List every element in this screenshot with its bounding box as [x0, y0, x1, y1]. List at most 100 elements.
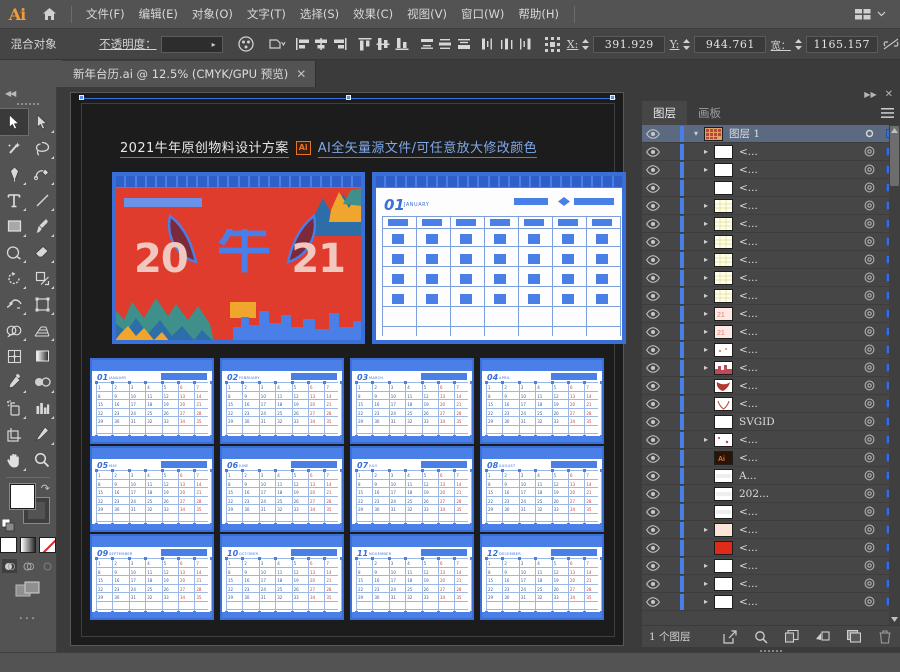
- eye-icon[interactable]: [642, 596, 664, 607]
- target-circle-icon[interactable]: [858, 200, 880, 211]
- unlink-proportions-icon[interactable]: [881, 34, 900, 55]
- layer-name[interactable]: <...: [739, 578, 858, 590]
- layer-name[interactable]: <...: [739, 200, 858, 212]
- layer-row[interactable]: ▸ <...: [642, 359, 900, 377]
- delete-selection-button[interactable]: [869, 626, 900, 648]
- layer-row[interactable]: ▸ <...: [642, 269, 900, 287]
- target-circle-icon[interactable]: [858, 398, 880, 409]
- layer-row[interactable]: ▸ <...: [642, 287, 900, 305]
- layer-row[interactable]: ▸ <...: [642, 521, 900, 539]
- locate-object-button[interactable]: [714, 626, 745, 648]
- draw-normal[interactable]: [1, 559, 17, 573]
- zoom-tool[interactable]: [28, 447, 56, 473]
- menu-type[interactable]: 文字(T): [240, 0, 293, 29]
- layer-name[interactable]: <...: [739, 506, 858, 518]
- layer-name[interactable]: <...: [739, 560, 858, 572]
- eyedropper-tool[interactable]: [0, 369, 28, 395]
- layer-name[interactable]: <...: [739, 434, 858, 446]
- eye-icon[interactable]: [642, 290, 664, 301]
- layer-name[interactable]: <...: [739, 398, 858, 410]
- layer-name[interactable]: <...: [739, 182, 858, 194]
- free-transform-tool[interactable]: [28, 291, 56, 317]
- none-mode[interactable]: [39, 537, 57, 553]
- artboard-tool[interactable]: [0, 421, 28, 447]
- chevron-right-icon[interactable]: ▸: [698, 273, 714, 282]
- target-circle-icon[interactable]: [858, 578, 880, 589]
- month-thumbnail[interactable]: 07 JULY 1 2 3 4 5 6 7 8 9 10 11 12 13 14 15 16 17 18 19 20 21 2…: [350, 446, 474, 532]
- target-circle-icon[interactable]: [858, 128, 880, 139]
- distribute-vertical-center-icon[interactable]: [436, 34, 455, 55]
- menu-help[interactable]: 帮助(H): [511, 0, 566, 29]
- chevron-right-icon[interactable]: ▸: [698, 327, 714, 336]
- eye-icon[interactable]: [642, 434, 664, 445]
- artboard[interactable]: 2021牛年原创物料设计方案 Ai AI全矢量源文件/可任意放大修改颜色 20 …: [79, 95, 626, 637]
- align-top-icon[interactable]: [355, 34, 374, 55]
- eye-icon[interactable]: [642, 344, 664, 355]
- chevron-right-icon[interactable]: ▸: [698, 219, 714, 228]
- default-fill-stroke-icon[interactable]: [2, 519, 15, 532]
- home-icon[interactable]: [34, 7, 64, 21]
- eye-icon[interactable]: [642, 398, 664, 409]
- target-circle-icon[interactable]: [858, 560, 880, 571]
- eye-icon[interactable]: [642, 578, 664, 589]
- layer-row[interactable]: <...: [642, 395, 900, 413]
- layer-row[interactable]: ▸ <...: [642, 233, 900, 251]
- layer-row[interactable]: ▸ <...: [642, 557, 900, 575]
- arrange-documents-group[interactable]: [855, 8, 900, 20]
- curvature-tool[interactable]: [28, 161, 56, 187]
- layer-name[interactable]: <...: [739, 308, 858, 320]
- blend-tool[interactable]: [28, 369, 56, 395]
- target-circle-icon[interactable]: [858, 416, 880, 427]
- layer-row[interactable]: ▸ <...: [642, 593, 900, 611]
- eye-icon[interactable]: [642, 542, 664, 553]
- document-tab[interactable]: 新年台历.ai @ 12.5% (CMYK/GPU 预览) ✕: [62, 61, 317, 87]
- distribute-top-icon[interactable]: [417, 34, 436, 55]
- chevron-right-icon[interactable]: ▸: [698, 363, 714, 372]
- eye-icon[interactable]: [642, 308, 664, 319]
- eye-icon[interactable]: [642, 218, 664, 229]
- target-circle-icon[interactable]: [858, 182, 880, 193]
- distribute-left-icon[interactable]: [479, 34, 498, 55]
- month-thumbnail[interactable]: 03 MARCH 1 2 3 4 5 6 7 8 9 10 11 12 13 14 15 16 17 18 19 20 21…: [350, 358, 474, 444]
- make-clipping-mask-button[interactable]: [807, 626, 838, 648]
- month-thumbnail[interactable]: 01 JANUARY 1 2 3 4 5 6 7 8 9 10 11 12 13 14 15 16 17 18 19 20…: [90, 358, 214, 444]
- month-thumbnail[interactable]: 10 OCTOBER 1 2 3 4 5 6 7 8 9 10 11 12 13 14 15 16 17 18 19 20…: [220, 534, 344, 620]
- x-stepper[interactable]: [581, 38, 590, 51]
- menu-file[interactable]: 文件(F): [79, 0, 132, 29]
- toolbar-drag-handle[interactable]: [0, 99, 56, 109]
- x-position-field[interactable]: 391.929: [593, 35, 666, 53]
- target-circle-icon[interactable]: [858, 488, 880, 499]
- target-circle-icon[interactable]: [858, 596, 880, 607]
- layer-row[interactable]: <...: [642, 539, 900, 557]
- layer-name[interactable]: <...: [739, 146, 858, 158]
- collapse-to-icons-icon[interactable]: ▶▶: [864, 90, 876, 99]
- menu-view[interactable]: 视图(V): [400, 0, 454, 29]
- layer-name[interactable]: <...: [739, 254, 858, 266]
- layer-name[interactable]: <...: [739, 452, 858, 464]
- layer-name[interactable]: <...: [739, 272, 858, 284]
- layer-name[interactable]: <...: [739, 164, 858, 176]
- chevron-right-icon[interactable]: ▸: [698, 255, 714, 264]
- eraser-tool[interactable]: [28, 239, 56, 265]
- layer-row[interactable]: ▸ 21 <...: [642, 305, 900, 323]
- eye-icon[interactable]: [642, 506, 664, 517]
- shaper-tool[interactable]: [0, 239, 28, 265]
- chevron-down-icon[interactable]: ▾: [688, 129, 704, 138]
- layer-name[interactable]: <...: [739, 218, 858, 230]
- eye-icon[interactable]: [642, 416, 664, 427]
- eye-icon[interactable]: [642, 128, 664, 139]
- eye-icon[interactable]: [642, 452, 664, 463]
- distribute-horizontal-center-icon[interactable]: [498, 34, 517, 55]
- eye-icon[interactable]: [642, 488, 664, 499]
- eye-icon[interactable]: [642, 164, 664, 175]
- perspective-grid-tool[interactable]: [28, 317, 56, 343]
- target-circle-icon[interactable]: [858, 308, 880, 319]
- scroll-up-icon[interactable]: [890, 127, 899, 134]
- month-thumbnail[interactable]: 05 MAY 1 2 3 4 5 6 7 8 9 10 11 12 13 14 15 16 17 18 19 20 21 22…: [90, 446, 214, 532]
- width-field[interactable]: 1165.157: [805, 35, 878, 53]
- eye-icon[interactable]: [642, 470, 664, 481]
- month-thumbnail[interactable]: 09 SEPTEMBER 1 2 3 4 5 6 7 8 9 10 11 12 13 14 15 16 17 18 19…: [90, 534, 214, 620]
- layer-name[interactable]: <...: [739, 542, 858, 554]
- width-tool[interactable]: [0, 291, 28, 317]
- layer-row[interactable]: ▸ <...: [642, 143, 900, 161]
